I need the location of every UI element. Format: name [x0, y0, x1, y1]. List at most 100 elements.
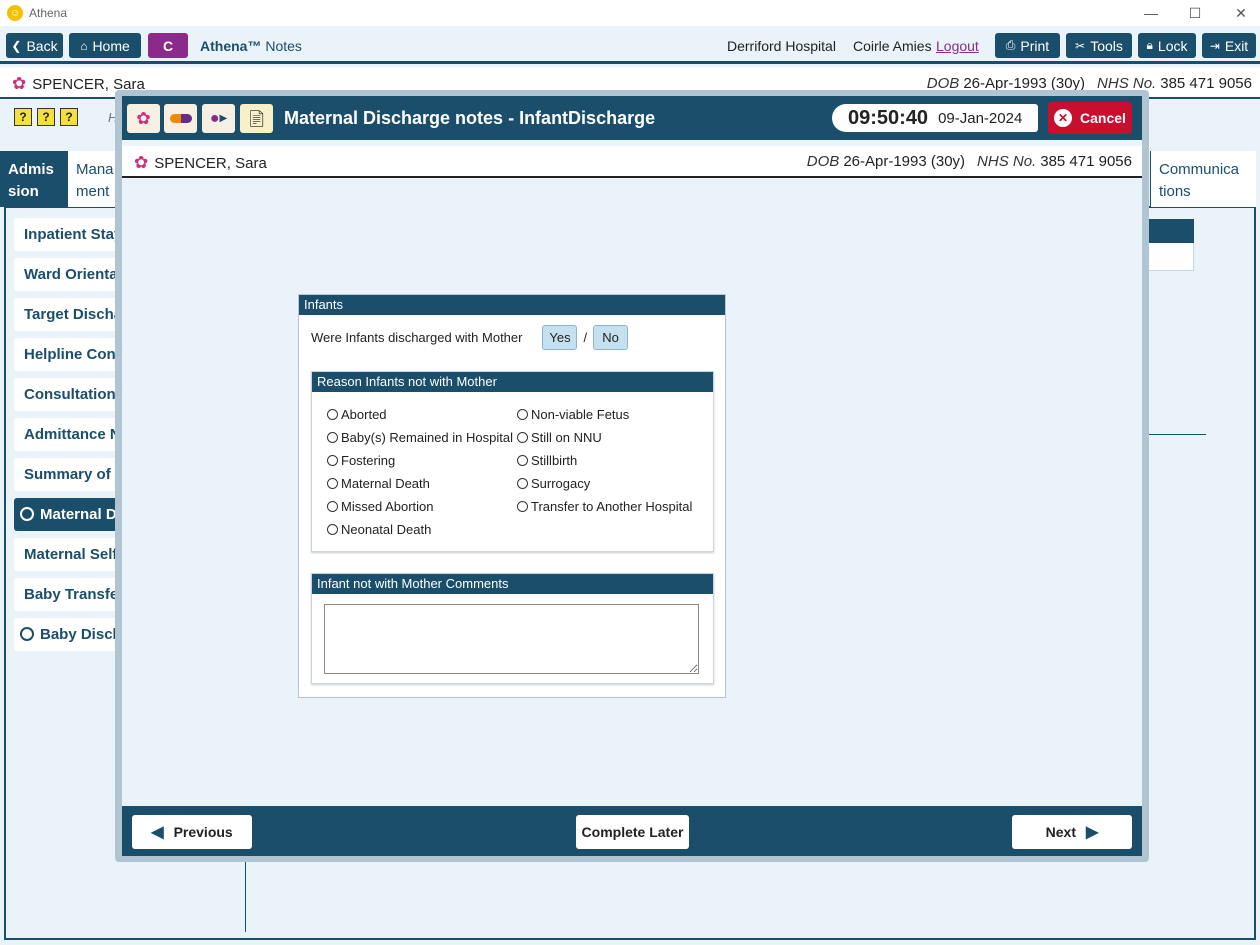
radio-icon: [517, 501, 528, 512]
radio-icon: [327, 478, 338, 489]
reason-radio[interactable]: Baby(s) Remained in Hospital: [327, 430, 513, 445]
printer-icon: ⎙: [1005, 38, 1016, 52]
section-header: Reason Infants not with Mother: [312, 372, 713, 392]
lock-button[interactable]: 🔒︎ Lock: [1138, 33, 1196, 58]
baby-icon[interactable]: ● ▶: [202, 104, 235, 133]
sidebar-item[interactable]: Baby Transfer: [14, 578, 124, 611]
modal-patient-banner: ✿ SPENCER, Sara DOB 26-Apr-1993 (30y) NHS …: [122, 146, 1142, 178]
dob-value: 26-Apr-1993 (30y): [843, 153, 966, 170]
reason-radio[interactable]: Transfer to Another Hospital: [517, 499, 692, 514]
background-box: [1146, 243, 1194, 271]
sidebar-item[interactable]: Summary of P: [14, 458, 124, 491]
c-button[interactable]: C: [148, 33, 188, 58]
reason-radio[interactable]: Neonatal Death: [327, 522, 431, 537]
back-label: Back: [26, 37, 58, 54]
background-box-header: [1146, 219, 1194, 243]
sidebar-item[interactable]: Ward Orientat: [14, 258, 124, 291]
radio-icon: [517, 409, 528, 420]
notepad-icon[interactable]: 📄︎: [240, 104, 273, 133]
cancel-button[interactable]: ✕ Cancel: [1048, 102, 1132, 134]
infants-card: Infants Were Infants discharged with Mot…: [298, 294, 726, 698]
circle-icon: [20, 507, 34, 521]
exit-button[interactable]: ⇥ Exit: [1202, 33, 1256, 58]
sidebar-item[interactable]: Maternal Self: [14, 538, 124, 571]
reason-radio[interactable]: Surrogacy: [517, 476, 590, 491]
help-list-icon[interactable]: ?: [14, 108, 32, 126]
nhs-value: 385 471 9056: [1040, 153, 1132, 170]
exit-label: Exit: [1224, 37, 1249, 54]
reason-radio[interactable]: Missed Abortion: [327, 499, 434, 514]
help-icons: ? ? ?: [14, 108, 78, 126]
sidebar-item-label: Baby Discha: [40, 626, 124, 643]
radio-icon: [327, 524, 338, 535]
help-icon[interactable]: ?: [37, 108, 55, 126]
flower-icon: ✿: [134, 153, 149, 172]
minimize-icon[interactable]: —: [1128, 0, 1174, 26]
home-button[interactable]: ⌂ Home: [69, 33, 141, 58]
radio-icon: [327, 455, 338, 466]
reason-radio[interactable]: Stillbirth: [517, 453, 577, 468]
section-header: Infant not with Mother Comments: [312, 574, 713, 594]
print-label: Print: [1020, 37, 1050, 54]
comments-section: Infant not with Mother Comments: [311, 573, 714, 684]
sidebar-item[interactable]: Target Dischar: [14, 298, 124, 331]
sidebar-item-label: Maternal Di: [40, 506, 121, 523]
close-icon: ✕: [1054, 109, 1073, 127]
tools-button[interactable]: ✂ Tools: [1066, 33, 1132, 58]
tab-admission[interactable]: Admis sion: [0, 151, 68, 207]
divider: [1146, 434, 1206, 435]
sidebar-item[interactable]: Baby Discha: [14, 618, 124, 651]
divider: [245, 860, 246, 932]
tools-label: Tools: [1090, 37, 1123, 54]
lock-label: Lock: [1157, 37, 1188, 54]
window-title: Athena: [29, 6, 68, 20]
next-button[interactable]: Next ▶: [1012, 815, 1132, 849]
radio-icon: [517, 478, 528, 489]
section-header: Infants: [299, 295, 725, 315]
yes-button[interactable]: Yes: [542, 325, 578, 350]
clock-date: 09-Jan-2024: [938, 109, 1023, 127]
back-button[interactable]: ❮ Back: [6, 33, 63, 58]
logout-link[interactable]: Logout: [936, 38, 979, 54]
reason-radio[interactable]: Aborted: [327, 407, 387, 422]
tab-management[interactable]: Mana ment: [68, 151, 122, 207]
question-label: Were Infants discharged with Mother: [311, 330, 523, 345]
radio-label: Missed Abortion: [341, 499, 434, 514]
comments-textarea[interactable]: [324, 604, 699, 674]
sidebar-item[interactable]: Consultation I: [14, 378, 124, 411]
no-button[interactable]: No: [593, 325, 629, 350]
reason-section: Reason Infants not with Mother Aborted B…: [311, 371, 714, 552]
radio-label: Still on NNU: [531, 430, 602, 445]
nhs-label: NHS No.: [977, 153, 1037, 170]
sidebar-item[interactable]: Inpatient Stay: [14, 218, 124, 251]
radio-label: Baby(s) Remained in Hospital: [341, 430, 513, 445]
reason-radio[interactable]: Still on NNU: [517, 430, 602, 445]
pill-icon[interactable]: [164, 104, 197, 133]
tab-communications[interactable]: Communica tions: [1150, 151, 1256, 207]
app-name: Athena™: [200, 38, 262, 54]
flower-icon[interactable]: ✿: [127, 104, 160, 133]
sidebar-item[interactable]: Admittance N: [14, 418, 124, 451]
radio-label: Stillbirth: [531, 453, 578, 468]
radio-label: Fostering: [341, 453, 396, 468]
question-row: Were Infants discharged with Mother Yes …: [311, 325, 629, 350]
previous-button[interactable]: ◀ Previous: [132, 815, 252, 849]
print-button[interactable]: ⎙ Print: [995, 33, 1060, 58]
sidebar-item-active[interactable]: Maternal Di: [14, 498, 124, 531]
radio-icon: [517, 455, 528, 466]
radio-icon: [327, 432, 338, 443]
modal-footer: ◀ Previous Complete Later Next ▶: [122, 806, 1142, 856]
radio-icon: [327, 409, 338, 420]
next-label: Next: [1045, 824, 1077, 840]
app-title: Athena™ Notes: [200, 38, 302, 54]
sidebar-item[interactable]: Helpline Cont: [14, 338, 124, 371]
reason-radio[interactable]: Non-viable Fetus: [517, 407, 629, 422]
radio-label: Non-viable Fetus: [531, 407, 630, 422]
maximize-icon[interactable]: ☐: [1172, 0, 1218, 26]
clock-time: 09:50:40: [848, 106, 929, 129]
reason-radio[interactable]: Maternal Death: [327, 476, 430, 491]
help-context-icon[interactable]: ?: [60, 108, 78, 126]
complete-later-button[interactable]: Complete Later: [576, 815, 689, 849]
reason-radio[interactable]: Fostering: [327, 453, 395, 468]
close-icon[interactable]: ✕: [1218, 0, 1260, 26]
